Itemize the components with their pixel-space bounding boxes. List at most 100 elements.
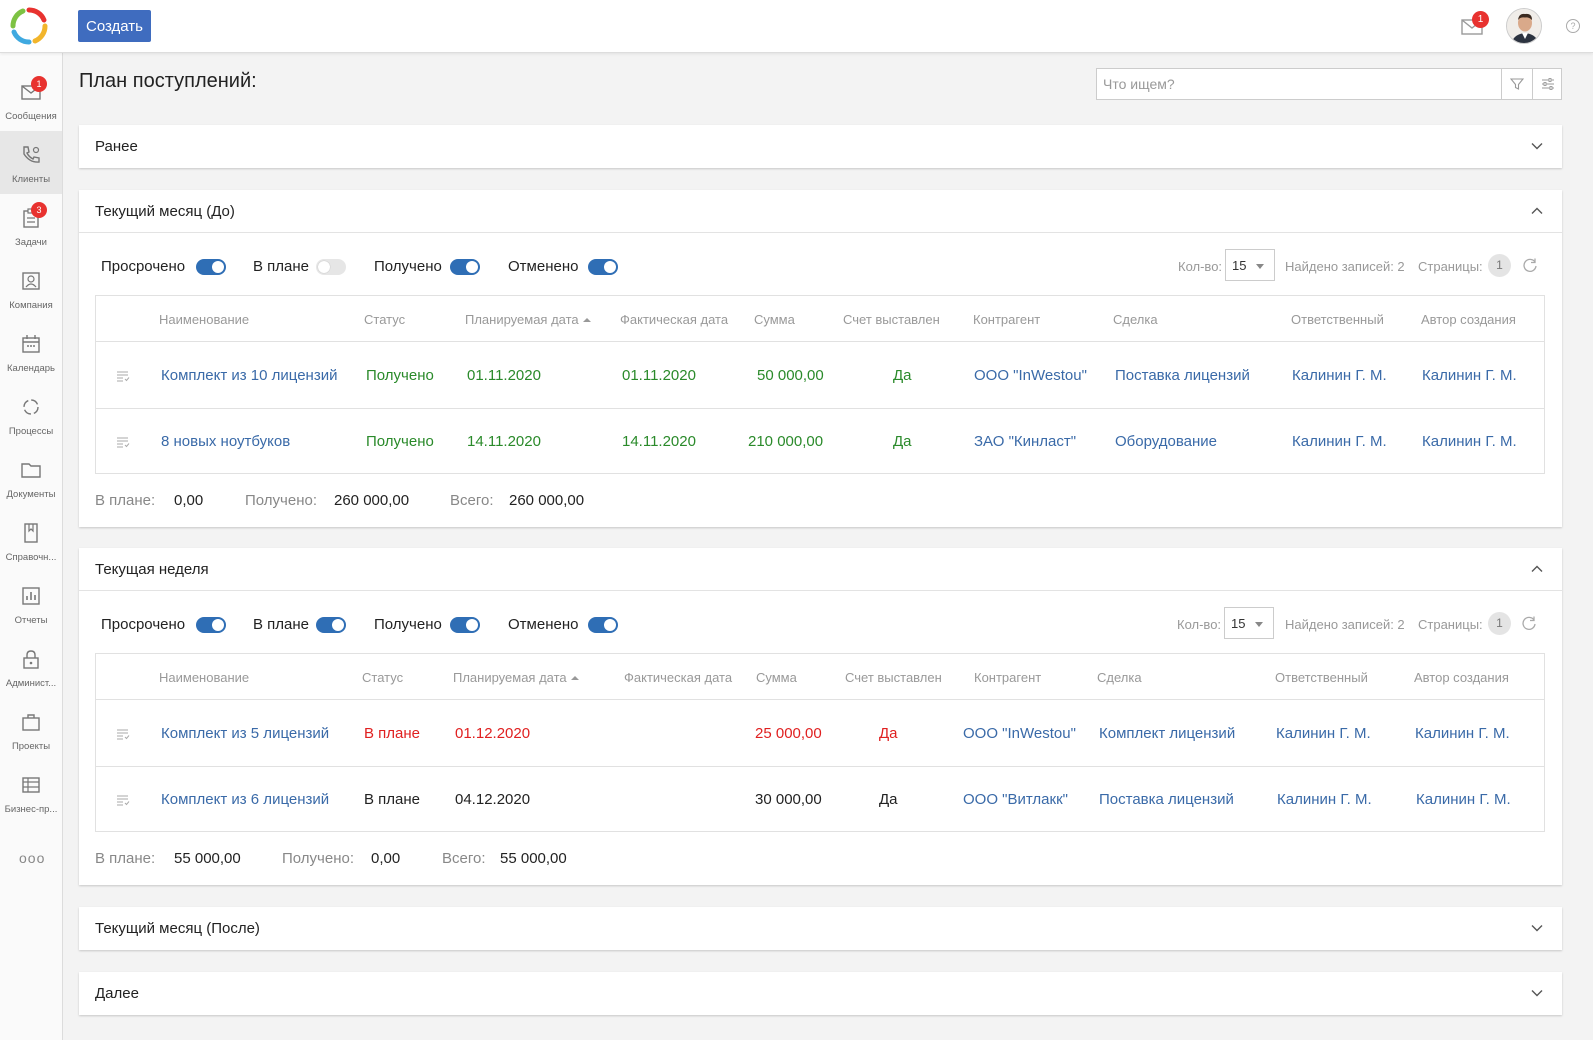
col-planned-date[interactable]: Планируемая дата bbox=[453, 670, 579, 685]
cell-counterparty[interactable]: ООО "InWestou" bbox=[963, 725, 1076, 742]
col-author[interactable]: Автор создания bbox=[1421, 312, 1516, 327]
cell-responsible[interactable]: Калинин Г. М. bbox=[1292, 367, 1387, 384]
cell-responsible[interactable]: Калинин Г. М. bbox=[1292, 433, 1387, 450]
col-name[interactable]: Наименование bbox=[159, 670, 249, 685]
app-logo[interactable] bbox=[9, 6, 49, 46]
avatar[interactable] bbox=[1506, 8, 1542, 44]
section-header[interactable]: Текущий месяц (До) bbox=[79, 190, 1562, 233]
cell-deal[interactable]: Поставка лицензий bbox=[1115, 367, 1250, 384]
page-number[interactable]: 1 bbox=[1488, 612, 1511, 635]
totals: В плане: 55 000,00 Получено: 0,00 Всего:… bbox=[95, 850, 795, 870]
cell-author[interactable]: Калинин Г. М. bbox=[1422, 433, 1517, 450]
toggle-received[interactable] bbox=[450, 617, 480, 633]
col-invoiced[interactable]: Счет выставлен bbox=[845, 670, 942, 685]
toggle-planned[interactable] bbox=[316, 259, 346, 275]
col-invoiced[interactable]: Счет выставлен bbox=[843, 312, 940, 327]
table-row[interactable]: 8 новых ноутбуков Получено 14.11.2020 14… bbox=[96, 409, 1544, 475]
settings-button[interactable] bbox=[1532, 69, 1563, 99]
cell-author[interactable]: Калинин Г. М. bbox=[1422, 367, 1517, 384]
help-icon[interactable]: ? bbox=[1566, 19, 1580, 33]
toggle-planned[interactable] bbox=[316, 617, 346, 633]
col-status[interactable]: Статус bbox=[362, 670, 403, 685]
cell-counterparty[interactable]: ЗАО "Кинласт" bbox=[974, 433, 1076, 450]
col-planned-date[interactable]: Планируемая дата bbox=[465, 312, 591, 327]
cell-name[interactable]: 8 новых ноутбуков bbox=[161, 433, 290, 450]
cell-responsible[interactable]: Калинин Г. М. bbox=[1276, 725, 1371, 742]
col-sum[interactable]: Сумма bbox=[754, 312, 795, 327]
section-header[interactable]: Ранее bbox=[79, 125, 1562, 168]
toggle-cancelled[interactable] bbox=[588, 617, 618, 633]
cell-responsible[interactable]: Калинин Г. М. bbox=[1277, 791, 1372, 808]
page-number[interactable]: 1 bbox=[1488, 254, 1511, 277]
cell-deal[interactable]: Комплект лицензий bbox=[1099, 725, 1235, 742]
sidebar-item-messages[interactable]: 1 Сообщения bbox=[0, 68, 62, 131]
toggle-overdue[interactable] bbox=[196, 259, 226, 275]
sidebar-item-label: Бизнес-пр... bbox=[4, 804, 58, 815]
sidebar-item-calendar[interactable]: Календарь bbox=[0, 320, 62, 383]
count-label: Кол-во: bbox=[1177, 617, 1222, 632]
col-planned-date-label: Планируемая дата bbox=[453, 670, 567, 685]
col-deal[interactable]: Сделка bbox=[1113, 312, 1158, 327]
sidebar-item-tasks[interactable]: 3 Задачи bbox=[0, 194, 62, 257]
col-name[interactable]: Наименование bbox=[159, 312, 249, 327]
table-row[interactable]: Комплект из 6 лицензий В плане 04.12.202… bbox=[96, 767, 1544, 833]
sidebar-item-processes[interactable]: Процессы bbox=[0, 383, 62, 446]
col-counterparty[interactable]: Контрагент bbox=[974, 670, 1041, 685]
filter-button[interactable] bbox=[1501, 69, 1532, 99]
col-sum[interactable]: Сумма bbox=[756, 670, 797, 685]
cell-name[interactable]: Комплект из 5 лицензий bbox=[161, 725, 329, 742]
sidebar-item-documents[interactable]: Документы bbox=[0, 446, 62, 509]
toggle-cancelled[interactable] bbox=[588, 259, 618, 275]
sidebar-item-references[interactable]: Справочн... bbox=[0, 509, 62, 572]
row-menu-icon[interactable] bbox=[116, 727, 130, 741]
col-responsible[interactable]: Ответственный bbox=[1291, 312, 1384, 327]
cell-deal[interactable]: Оборудование bbox=[1115, 433, 1217, 450]
row-menu-icon[interactable] bbox=[116, 369, 130, 383]
toggle-received[interactable] bbox=[450, 259, 480, 275]
cell-deal[interactable]: Поставка лицензий bbox=[1099, 791, 1234, 808]
col-actual-date[interactable]: Фактическая дата bbox=[620, 312, 728, 327]
more-icon[interactable]: ooo bbox=[19, 850, 45, 866]
refresh-icon[interactable] bbox=[1522, 257, 1538, 273]
caret-down-icon bbox=[1255, 622, 1263, 627]
sidebar-item-admin[interactable]: Админист... bbox=[0, 635, 62, 698]
phone-icon bbox=[23, 146, 40, 163]
cell-counterparty[interactable]: ООО "InWestou" bbox=[974, 367, 1087, 384]
chevron-down-icon bbox=[1531, 990, 1543, 997]
sidebar-item-label: Проекты bbox=[11, 741, 51, 752]
cell-counterparty[interactable]: ООО "Витлакк" bbox=[963, 791, 1068, 808]
cell-author[interactable]: Калинин Г. М. bbox=[1415, 725, 1510, 742]
col-counterparty[interactable]: Контрагент bbox=[973, 312, 1040, 327]
cell-status: В плане bbox=[364, 725, 421, 742]
section-title: Текущий месяц (До) bbox=[95, 203, 235, 220]
search-input[interactable] bbox=[1097, 69, 1501, 99]
chart-icon bbox=[22, 587, 40, 605]
section-header[interactable]: Далее bbox=[79, 972, 1562, 1015]
col-actual-date[interactable]: Фактическая дата bbox=[624, 670, 732, 685]
cell-author[interactable]: Калинин Г. М. bbox=[1416, 791, 1511, 808]
count-select[interactable]: 15 bbox=[1224, 607, 1274, 639]
sidebar-item-projects[interactable]: Проекты bbox=[0, 698, 62, 761]
create-button[interactable]: Создать bbox=[78, 10, 151, 42]
section-header[interactable]: Текущая неделя bbox=[79, 548, 1562, 591]
col-responsible[interactable]: Ответственный bbox=[1275, 670, 1368, 685]
cell-name[interactable]: Комплект из 10 лицензий bbox=[161, 367, 337, 384]
refresh-icon[interactable] bbox=[1521, 615, 1537, 631]
sidebar-item-reports[interactable]: Отчеты bbox=[0, 572, 62, 635]
section-header[interactable]: Текущий месяц (После) bbox=[79, 907, 1562, 950]
count-value: 15 bbox=[1232, 258, 1247, 273]
col-status[interactable]: Статус bbox=[364, 312, 405, 327]
sidebar-item-company[interactable]: Компания bbox=[0, 257, 62, 320]
count-select[interactable]: 15 bbox=[1225, 249, 1275, 281]
col-deal[interactable]: Сделка bbox=[1097, 670, 1142, 685]
row-menu-icon[interactable] bbox=[116, 435, 130, 449]
table-row[interactable]: Комплект из 10 лицензий Получено 01.11.2… bbox=[96, 343, 1544, 409]
table-row[interactable]: Комплект из 5 лицензий В плане 01.12.202… bbox=[96, 701, 1544, 767]
row-menu-icon[interactable] bbox=[116, 793, 130, 807]
col-author[interactable]: Автор создания bbox=[1414, 670, 1509, 685]
sidebar-item-clients[interactable]: Клиенты bbox=[0, 131, 62, 194]
sidebar-item-business-processes[interactable]: Бизнес-пр... bbox=[0, 761, 62, 824]
filter-label: В плане bbox=[253, 258, 310, 275]
cell-name[interactable]: Комплект из 6 лицензий bbox=[161, 791, 329, 808]
toggle-overdue[interactable] bbox=[196, 617, 226, 633]
